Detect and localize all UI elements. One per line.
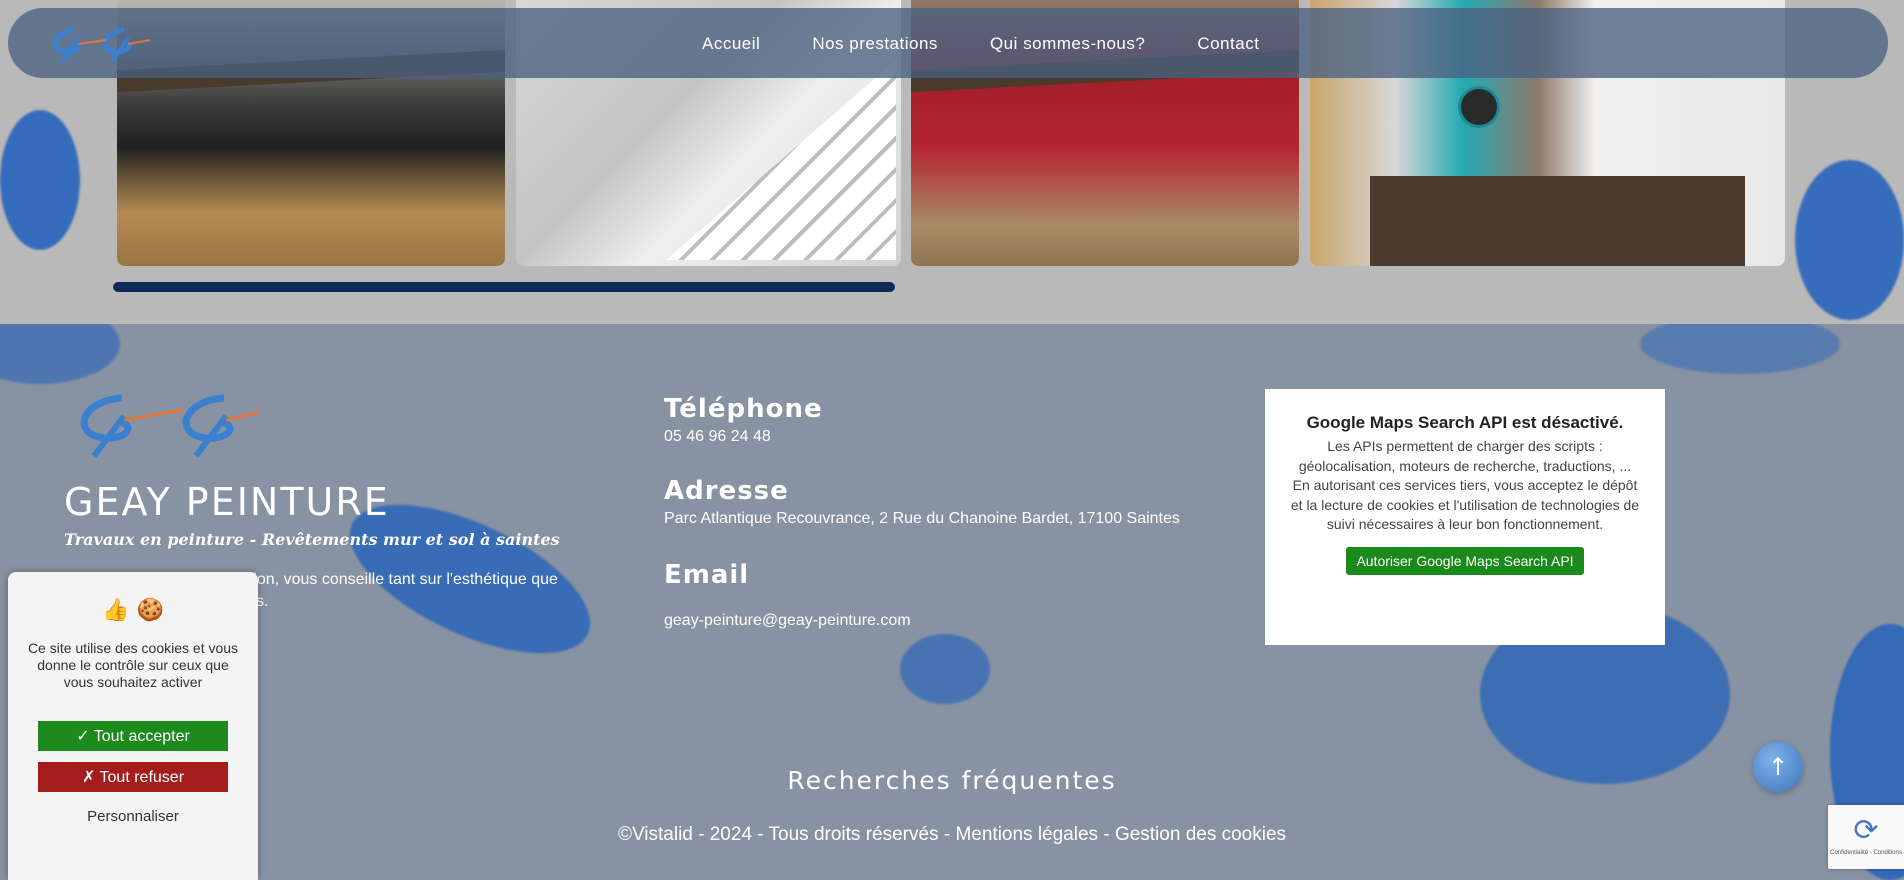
address-text: Parc Atlantique Recouvrance, 2 Rue du Ch… [664, 510, 1180, 527]
maps-consent-text-1: Les APIs permettent de charger des scrip… [1298, 438, 1632, 474]
footer: GEAY PEINTURE Travaux en peinture - Revê… [0, 324, 1904, 880]
phone-section: Téléphone 05 46 96 24 48 [664, 394, 823, 446]
paint-splash [1640, 324, 1840, 374]
email-section: Email geay-peinture@geay-peinture.com [664, 560, 911, 630]
maps-consent-box: Google Maps Search API est désactivé. Le… [1265, 389, 1665, 645]
recaptcha-badge[interactable]: ⟳ Confidentialité - Conditions [1828, 805, 1904, 869]
legal-notice-link[interactable]: Mentions légales [955, 824, 1098, 845]
footer-logo-icon[interactable] [64, 390, 264, 460]
email-address[interactable]: geay-peinture@geay-peinture.com [664, 612, 911, 630]
address-heading: Adresse [664, 476, 789, 506]
refuse-all-cookies-button[interactable]: ✗ Tout refuser [38, 762, 228, 792]
cookie-emoji-icon: 👍 🍪 [102, 598, 164, 623]
phone-number[interactable]: 05 46 96 24 48 [664, 428, 823, 446]
carousel-progress-bar[interactable] [113, 282, 895, 292]
email-heading: Email [664, 560, 750, 590]
maps-consent-title: Google Maps Search API est désactivé. [1306, 413, 1624, 432]
nav-item-qui-sommes-nous[interactable]: Qui sommes-nous? [990, 34, 1145, 54]
arrow-up-icon: ↑ [1767, 753, 1789, 781]
nav-item-accueil[interactable]: Accueil [702, 34, 760, 54]
nav-item-contact[interactable]: Contact [1197, 34, 1259, 54]
navbar: Accueil Nos prestations Qui sommes-nous?… [8, 8, 1888, 78]
nav-item-nos-prestations[interactable]: Nos prestations [812, 34, 938, 54]
recaptcha-icon: ⟳ [1853, 813, 1879, 848]
frequent-searches-title[interactable]: Recherches fréquentes [0, 766, 1904, 795]
paint-splash [900, 634, 990, 704]
authorize-maps-button[interactable]: Autoriser Google Maps Search API [1346, 546, 1584, 575]
brand-name: GEAY PEINTURE [64, 480, 390, 524]
customize-cookies-link[interactable]: Personnaliser [8, 808, 258, 825]
scroll-top-button[interactable]: ↑ [1753, 742, 1803, 792]
recaptcha-text[interactable]: Confidentialité - Conditions [1828, 850, 1904, 856]
paint-splash [1795, 160, 1904, 320]
accept-all-cookies-button[interactable]: ✓ Tout accepter [38, 721, 228, 751]
copyright-text: ©Vistalid - 2024 - Tous droits réservés … [617, 824, 956, 845]
paint-splash [0, 110, 80, 250]
cookie-banner: 👍 🍪 Ce site utilise des cookies et vous … [8, 572, 258, 880]
brand-tagline: Travaux en peinture - Revêtements mur et… [64, 530, 560, 549]
cookie-message: Ce site utilise des cookies et vous donn… [27, 640, 239, 690]
copyright-line: ©Vistalid - 2024 - Tous droits réservés … [0, 824, 1904, 846]
paint-splash [0, 324, 120, 384]
copyright-separator: - [1098, 824, 1115, 845]
cookie-management-link[interactable]: Gestion des cookies [1115, 824, 1286, 845]
phone-heading: Téléphone [664, 394, 823, 424]
logo-icon[interactable] [44, 22, 154, 66]
maps-consent-text-2: En autorisant ces services tiers, vous a… [1290, 477, 1640, 532]
main-menu: Accueil Nos prestations Qui sommes-nous?… [702, 34, 1311, 54]
address-section: Adresse Parc Atlantique Recouvrance, 2 R… [664, 476, 1180, 528]
